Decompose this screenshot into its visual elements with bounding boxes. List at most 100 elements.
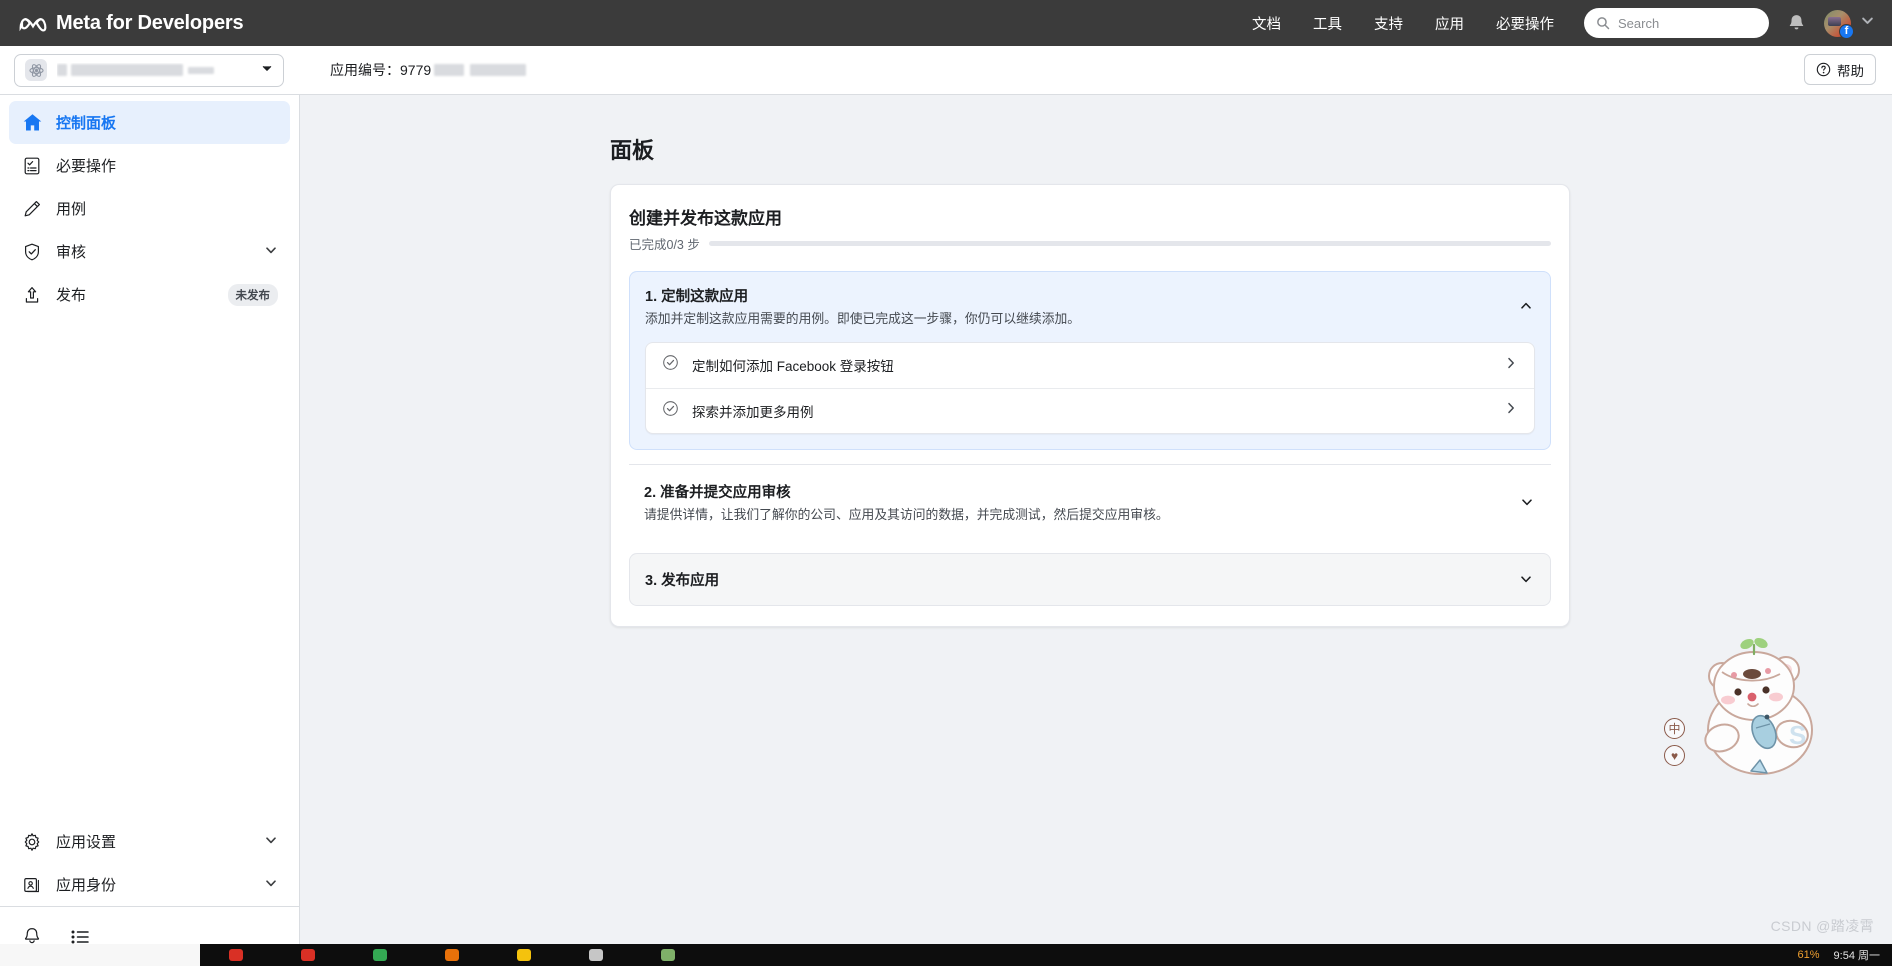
app-selector-dropdown[interactable] [14,53,284,87]
notifications-button[interactable] [1787,13,1806,33]
topnav-link-tools[interactable]: 工具 [1297,7,1358,40]
taskbar-slot[interactable] [416,949,488,961]
step-1-sub-item-1[interactable]: 定制如何添加 Facebook 登录按钮 [646,343,1534,388]
step-1-chevron-up-icon[interactable] [1509,295,1535,318]
battery-indicator: 61% [1797,949,1820,961]
step-3[interactable]: 3. 发布应用 [629,553,1551,607]
publish-status-badge: 未发布 [227,283,278,306]
step-1-sub-item-2-label: 探索并添加更多用例 [692,404,814,420]
question-circle-icon [1816,62,1831,77]
sidebar-item-use-cases-label: 用例 [56,201,87,218]
step-2-title: 2. 准备并提交应用审核 [644,481,1510,502]
step-2[interactable]: 2. 准备并提交应用审核 请提供详情，让我们了解你的公司、应用及其访问的数据，并… [629,463,1551,542]
taskbar-slot[interactable] [344,949,416,961]
topnav-link-required-actions[interactable]: 必要操作 [1480,7,1570,40]
sidebar-primary-nav: 控制面板 必要操作 用例 审核 发布 未发布 [0,95,299,316]
app-name-redacted [57,63,251,78]
step-1-sub-item-2[interactable]: 探索并添加更多用例 [646,387,1534,433]
taskbar-slot[interactable] [272,949,344,961]
step-1-text: 1. 定制这款应用 添加并定制这款应用需要的用例。即使已完成这一步骤，你仍可以继… [645,285,1509,329]
account-chevron-down-icon[interactable] [1861,14,1874,32]
app-selector-chevron-down-icon [261,61,273,79]
app-id-value: 9779 [400,62,432,78]
step-1-sub-items: 定制如何添加 Facebook 登录按钮 探索并添加更多用例 [645,341,1535,434]
csdn-watermark: CSDN @踏凌霄 [1770,918,1874,934]
step-2-chevron-down-icon[interactable] [1510,491,1536,514]
taskbar-slot[interactable] [200,949,272,961]
sidebar-item-required-actions[interactable]: 必要操作 [9,144,290,187]
sidebar: 控制面板 必要操作 用例 审核 发布 未发布 应用设置 应用身份 [0,95,300,966]
sidebar-item-review-chevron-down-icon[interactable] [264,243,278,261]
os-taskbar: 61% 9:54 周一 [0,944,1892,966]
progress-label: 已完成0/3 步 [629,238,700,252]
sidebar-item-app-identity-chevron-down-icon[interactable] [264,876,278,894]
sidebar-secondary-nav: 应用设置 应用身份 [0,820,299,906]
taskbar-slot[interactable] [632,949,704,961]
progress-row: 已完成0/3 步 [629,234,1551,253]
upload-icon [21,284,43,306]
top-navigation-bar: Meta for Developers 文档 工具 支持 应用 必要操作 f [0,0,1892,46]
ime-shape-button[interactable]: ♥ [1664,745,1685,766]
sidebar-item-review[interactable]: 审核 [9,230,290,273]
ime-mascot: S 中 ♥ [1664,634,1844,784]
sidebar-item-dashboard[interactable]: 控制面板 [9,101,290,144]
taskbar-left-blank [0,944,200,966]
list-icon[interactable] [70,928,91,946]
topnav-link-docs[interactable]: 文档 [1236,7,1297,40]
app-avatar-icon [25,59,47,81]
topnav-link-apps[interactable]: 应用 [1419,7,1480,40]
ime-buttons: 中 ♥ [1664,718,1685,766]
progress-bar [708,241,1551,246]
step-1-number: 1. [645,289,658,305]
chevron-right-icon[interactable] [1504,356,1518,375]
sidebar-item-app-identity-label: 应用身份 [56,877,117,894]
step-3-number: 3. [645,573,658,590]
sidebar-item-app-settings-chevron-down-icon[interactable] [264,833,278,851]
topnav-links: 文档 工具 支持 应用 必要操作 [1236,7,1570,40]
sidebar-item-dashboard-label: 控制面板 [56,115,117,132]
step-3-title-text: 发布应用 [661,573,720,590]
page-layout: 控制面板 必要操作 用例 审核 发布 未发布 应用设置 应用身份 面板 创建并发… [0,95,1892,966]
checklist-icon [21,155,43,177]
main-inner: 面板 创建并发布这款应用 已完成0/3 步 1. 定制这款应用 添加并定制这款应… [610,133,1570,628]
sidebar-item-app-settings[interactable]: 应用设置 [9,820,290,863]
taskbar-app-icon [517,949,531,961]
user-avatar-menu[interactable]: f [1824,9,1854,39]
sidebar-item-app-identity[interactable]: 应用身份 [9,863,290,906]
taskbar-slot[interactable] [560,949,632,961]
step-1-header[interactable]: 1. 定制这款应用 添加并定制这款应用需要的用例。即使已完成这一步骤，你仍可以继… [645,285,1535,329]
step-1-description: 添加并定制这款应用需要的用例。即使已完成这一步骤，你仍可以继续添加。 [645,311,1081,326]
shield-check-icon [21,241,43,263]
app-id-label: 应用编号： [330,62,400,78]
taskbar-app-icons [200,949,1798,961]
sidebar-item-publish[interactable]: 发布 未发布 [9,273,290,316]
taskbar-app-icon [661,949,675,961]
sogou-bear-sticker-icon: S [1704,637,1813,775]
ime-mode-button[interactable]: 中 [1664,718,1685,739]
step-3-text: 3. 发布应用 [645,569,1509,590]
step-2-text: 2. 准备并提交应用审核 请提供详情，让我们了解你的公司、应用及其访问的数据，并… [644,481,1510,525]
step-3-chevron-down-icon[interactable] [1509,568,1535,591]
brand-logo[interactable]: Meta for Developers [18,12,244,35]
topnav-link-support[interactable]: 支持 [1358,7,1419,40]
taskbar-slot[interactable] [488,949,560,961]
taskbar-app-icon [445,949,459,961]
help-button[interactable]: 帮助 [1804,54,1876,85]
taskbar-status-area: 61% 9:54 周一 [1798,947,1892,963]
app-context-bar: 应用编号： 9779 帮助 [0,46,1892,95]
check-circle-icon [662,400,679,422]
step-3-title: 3. 发布应用 [645,569,1509,590]
search-box[interactable] [1584,8,1769,38]
step-1-title-text: 定制这款应用 [661,289,749,305]
svg-text:S: S [1789,720,1806,750]
facebook-badge-icon: f [1839,23,1854,39]
taskbar-clock: 9:54 周一 [1833,950,1880,962]
pencil-icon [21,198,43,220]
home-icon [21,112,43,134]
bell-icon [1789,15,1804,30]
search-input[interactable] [1618,15,1757,31]
chevron-right-icon[interactable] [1504,401,1518,420]
sidebar-item-use-cases[interactable]: 用例 [9,187,290,230]
sidebar-item-publish-label: 发布 [56,287,87,304]
step-2-title-text: 准备并提交应用审核 [660,484,791,501]
